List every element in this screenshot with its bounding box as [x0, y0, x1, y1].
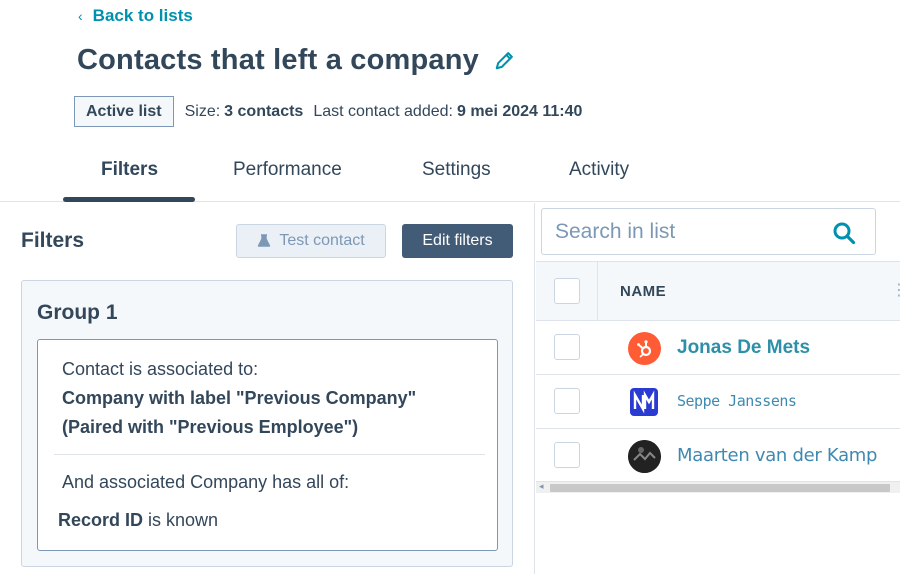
column-divider	[597, 262, 598, 320]
filter-card[interactable]: Contact is associated to: Company with l…	[37, 339, 498, 551]
flask-icon	[258, 234, 271, 247]
record-id-condition: is known	[143, 510, 219, 530]
status-badge: Active list	[74, 96, 174, 127]
tab-settings[interactable]: Settings	[422, 159, 491, 181]
row-checkbox[interactable]	[554, 442, 580, 468]
tab-bar: Filters Performance Settings Activity	[0, 142, 900, 202]
contact-name-link[interactable]: Seppe Janssens	[677, 392, 797, 410]
test-contact-button[interactable]: Test contact	[236, 224, 386, 258]
record-id-label: Record ID	[58, 510, 144, 530]
search-box	[541, 208, 876, 255]
last-added-label: Last contact added:	[313, 102, 453, 120]
size-label: Size:	[184, 102, 221, 120]
filter-paired-label: (Paired with "Previous Employee")	[62, 417, 359, 437]
table-row[interactable]: Maarten van der Kamp	[536, 429, 900, 483]
nm-logo-icon	[629, 387, 659, 417]
filter-record-id-rule: Record ID is known	[58, 510, 218, 531]
tab-activity[interactable]: Activity	[569, 159, 629, 181]
row-checkbox[interactable]	[554, 388, 580, 414]
filter-association-text: Contact is associated to:	[62, 359, 259, 379]
list-meta: Active list Size: 3 contacts Last contac…	[74, 96, 592, 127]
scroll-left-arrow-icon[interactable]: ◂	[539, 481, 544, 492]
tab-filters[interactable]: Filters	[101, 159, 158, 181]
filters-heading: Filters	[21, 229, 85, 252]
last-added-value: 9 mei 2024 11:40	[456, 102, 583, 120]
horizontal-scrollbar[interactable]: ◂	[536, 481, 900, 493]
select-all-checkbox[interactable]	[554, 278, 580, 304]
size-value: 3 contacts	[224, 102, 304, 120]
contacts-table: NAME ⋮ Jonas De Mets Seppe Janssens Maar…	[536, 261, 900, 483]
active-tab-indicator	[63, 197, 195, 202]
tab-performance[interactable]: Performance	[233, 159, 342, 181]
list-panel: NAME ⋮ Jonas De Mets	[536, 203, 900, 574]
test-contact-label: Test contact	[279, 232, 365, 249]
back-to-lists-link[interactable]: ‹ Back to lists	[78, 6, 193, 26]
scrollbar-thumb[interactable]	[550, 484, 890, 492]
search-input[interactable]	[555, 219, 825, 245]
filter-company-label: Company with label "Previous Company"	[62, 388, 417, 408]
back-to-lists-label: Back to lists	[92, 6, 193, 25]
column-header-name[interactable]: NAME	[620, 283, 666, 300]
group-title: Group 1	[37, 301, 118, 324]
hubspot-sprocket-icon	[628, 332, 661, 365]
contact-name-link[interactable]: Jonas De Mets	[677, 337, 810, 359]
row-checkbox[interactable]	[554, 334, 580, 360]
table-row[interactable]: Jonas De Mets	[536, 321, 900, 375]
chevron-left-icon: ‹	[78, 8, 83, 24]
table-header: NAME ⋮	[536, 261, 900, 321]
dark-photo-icon	[628, 440, 661, 473]
pencil-icon[interactable]	[494, 49, 516, 71]
filters-panel: Filters Test contact Edit filters Group …	[0, 203, 535, 574]
page-title: Contacts that left a company	[77, 44, 479, 76]
filter-divider	[54, 454, 485, 455]
filter-group: Group 1 Contact is associated to: Compan…	[21, 280, 513, 567]
filter-associated-company-text: And associated Company has all of:	[62, 472, 350, 492]
contact-name-link[interactable]: Maarten van der Kamp	[677, 445, 877, 466]
search-icon[interactable]	[832, 221, 856, 245]
edit-filters-button[interactable]: Edit filters	[402, 224, 513, 258]
table-row[interactable]: Seppe Janssens	[536, 375, 900, 429]
column-resize-handle[interactable]: ⋮	[891, 280, 900, 300]
